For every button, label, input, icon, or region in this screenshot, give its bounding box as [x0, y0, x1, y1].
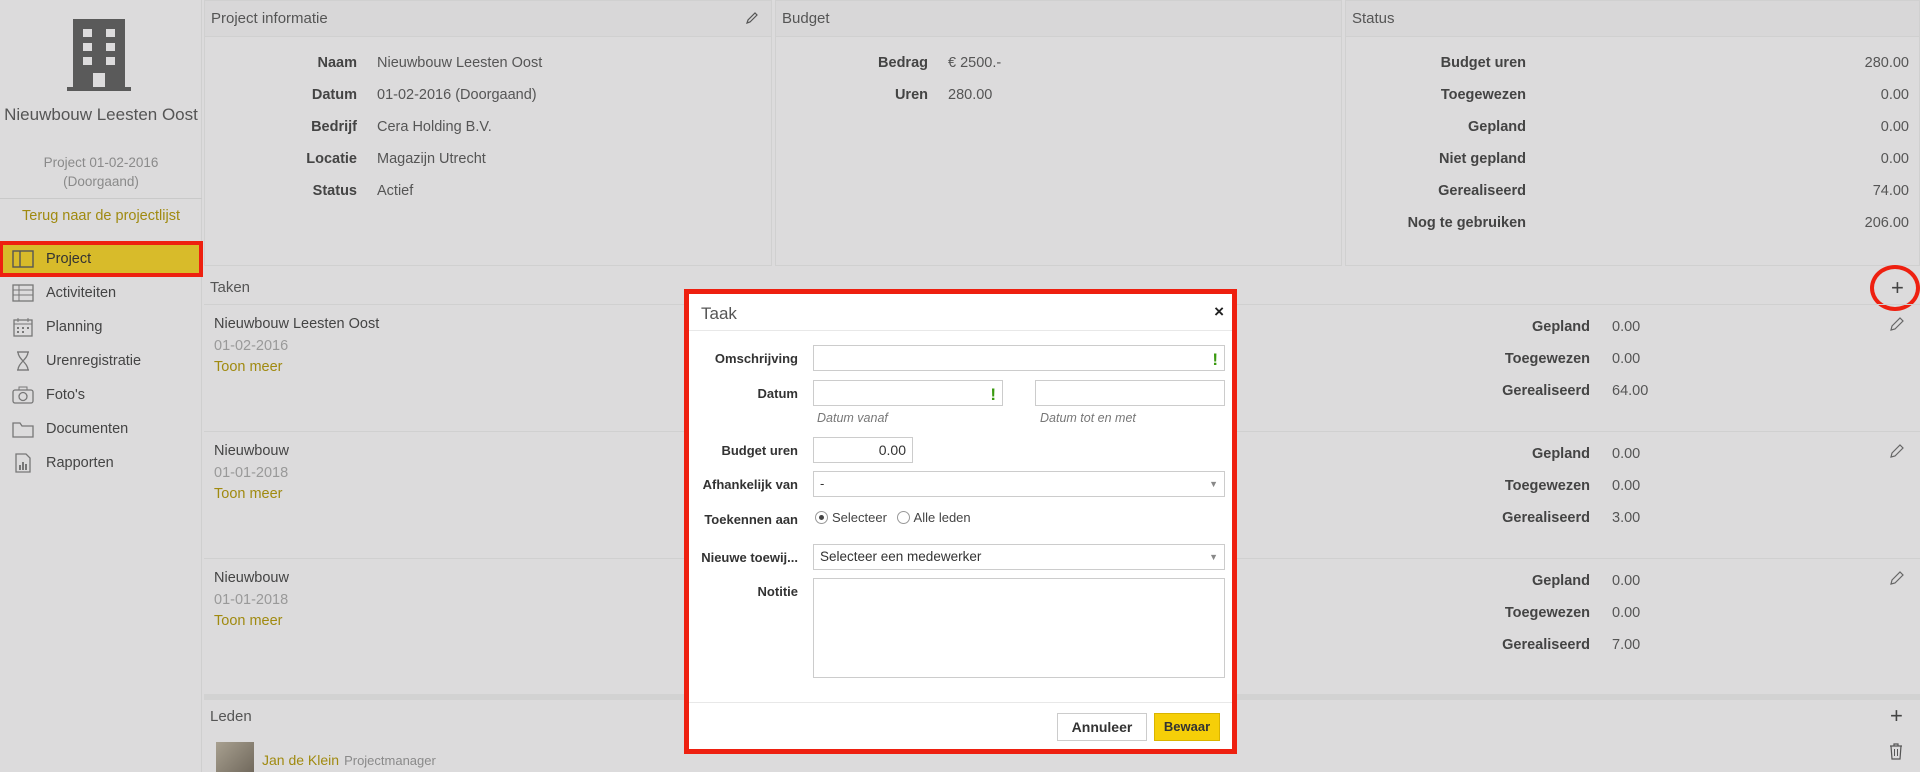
datum-tot-input[interactable]	[1035, 380, 1225, 406]
close-icon[interactable]: ×	[1214, 302, 1224, 322]
modal-title: Taak	[701, 304, 737, 323]
nieuwe-toewijzing-label: Nieuwe toewij...	[701, 550, 798, 565]
afhankelijk-label: Afhankelijk van	[702, 477, 798, 492]
datum-vanaf-hint: Datum vanaf	[817, 411, 888, 425]
afhankelijk-value: -	[820, 476, 825, 491]
required-icon: !	[1212, 350, 1218, 369]
cancel-button[interactable]: Annuleer	[1057, 713, 1147, 741]
omschrijving-input[interactable]: !	[813, 345, 1225, 371]
datum-label: Datum	[757, 386, 798, 401]
radio-alle-leden[interactable]: Alle leden	[896, 510, 971, 525]
modal-header-divider	[689, 330, 1232, 331]
toekennen-radio-group: Selecteer Alle leden	[815, 510, 971, 525]
notitie-textarea[interactable]	[813, 578, 1225, 678]
radio-label: Selecteer	[832, 510, 887, 525]
radio-button[interactable]	[896, 511, 910, 524]
medewerker-value: Selecteer een medewerker	[820, 549, 982, 564]
afhankelijk-select[interactable]: - ▼	[813, 471, 1225, 497]
toekennen-label: Toekennen aan	[704, 512, 798, 527]
save-button[interactable]: Bewaar	[1154, 713, 1220, 741]
task-modal: Taak × Omschrijving ! Datum ! Datum vana…	[684, 289, 1237, 754]
medewerker-select[interactable]: Selecteer een medewerker ▼	[813, 544, 1225, 570]
chevron-down-icon: ▼	[1209, 479, 1218, 489]
radio-selecteer[interactable]: Selecteer	[815, 510, 887, 525]
modal-footer-divider	[689, 702, 1232, 703]
modal-overlay: Taak × Omschrijving ! Datum ! Datum vana…	[0, 0, 1920, 772]
budget-uren-label: Budget uren	[721, 443, 798, 458]
datum-tot-hint: Datum tot en met	[1040, 411, 1136, 425]
radio-label: Alle leden	[913, 510, 971, 525]
notitie-label: Notitie	[757, 584, 798, 599]
chevron-down-icon: ▼	[1209, 552, 1218, 562]
radio-button-selected[interactable]	[815, 511, 828, 524]
omschrijving-label: Omschrijving	[714, 351, 798, 366]
datum-vanaf-input[interactable]: !	[813, 380, 1003, 406]
budget-uren-input[interactable]: 0.00	[813, 437, 913, 463]
required-icon: !	[990, 385, 996, 404]
